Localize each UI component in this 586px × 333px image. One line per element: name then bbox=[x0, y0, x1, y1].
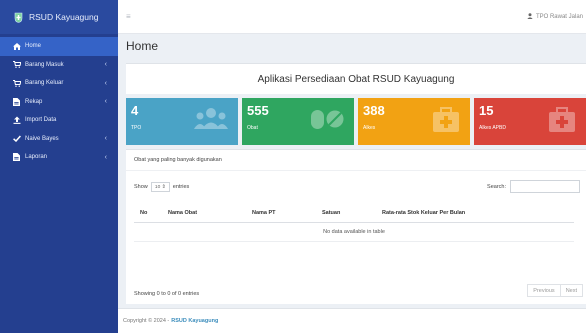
medkit-icon bbox=[548, 107, 576, 135]
table-search: Search: bbox=[487, 180, 580, 193]
entries-label: entries bbox=[172, 184, 190, 190]
entries-value: 10 bbox=[154, 184, 161, 190]
banner-text: Aplikasi Persediaan Obat RSUD Kayuagung bbox=[257, 73, 455, 85]
empty-message: No data available in table bbox=[134, 222, 574, 242]
search-label: Search: bbox=[487, 183, 506, 190]
previous-button[interactable]: Previous bbox=[527, 284, 561, 297]
table-row: No data available in table bbox=[134, 222, 574, 242]
sidebar-menu: Home Barang Masuk ‹ Barang Keluar ‹ Rekap ‹ Imp… bbox=[0, 37, 118, 167]
sidebar-item-label: Home bbox=[25, 43, 42, 50]
chevron-left-icon: ‹ bbox=[104, 135, 107, 143]
page-title: Home bbox=[126, 39, 159, 53]
column-header[interactable]: Nama PT bbox=[248, 204, 318, 223]
copyright-text: Copyright © 2024 - bbox=[123, 318, 170, 324]
user-icon bbox=[527, 13, 533, 21]
stat-value: 15 bbox=[479, 103, 494, 118]
table-header-row: No Nama Obat Nama PT Satuan Rata-rata St… bbox=[134, 204, 574, 223]
top-navbar: ≡ TPO Rawat Jalan bbox=[118, 0, 586, 34]
stat-box-alkes[interactable]: 388 Alkes bbox=[358, 98, 470, 145]
stat-box-obat[interactable]: 555 Obat bbox=[242, 98, 354, 145]
sidebar: RSUD Kayuagung Home Barang Masuk ‹ Barang K… bbox=[0, 0, 118, 333]
medkit-icon bbox=[432, 107, 460, 135]
top-medicine-card: Obat yang paling banyak digunakan Show 1… bbox=[126, 149, 586, 304]
stat-value: 555 bbox=[247, 103, 269, 118]
next-button[interactable]: Next bbox=[560, 284, 583, 297]
hospital-logo-icon bbox=[13, 12, 23, 23]
column-header[interactable]: No bbox=[134, 204, 164, 223]
entries-select[interactable]: 10 ⇕ bbox=[150, 182, 170, 192]
upload-icon bbox=[12, 116, 21, 125]
sidebar-item-home[interactable]: Home bbox=[0, 37, 118, 56]
home-icon bbox=[12, 42, 21, 50]
pagination: Previous Next bbox=[527, 284, 583, 297]
stat-box-alkes-apbd[interactable]: 15 Alkes APBD bbox=[474, 98, 586, 145]
app-banner: Aplikasi Persediaan Obat RSUD Kayuagung bbox=[126, 63, 586, 94]
footer: Copyright © 2024 - RSUD Kayuagung bbox=[118, 308, 586, 333]
user-name: TPO Rawat Jalan bbox=[535, 14, 583, 20]
stat-value: 388 bbox=[363, 103, 385, 118]
main-content: Home Aplikasi Persediaan Obat RSUD Kayua… bbox=[118, 34, 586, 333]
table-info: Showing 0 to 0 of 0 entries bbox=[134, 291, 200, 297]
pills-icon bbox=[310, 107, 344, 133]
stat-label: Alkes bbox=[363, 125, 376, 131]
user-menu[interactable]: TPO Rawat Jalan bbox=[527, 13, 583, 21]
users-icon bbox=[194, 107, 228, 133]
cart-icon bbox=[12, 79, 21, 87]
sidebar-item-barang-keluar[interactable]: Barang Keluar ‹ bbox=[0, 74, 118, 93]
sidebar-item-rekap[interactable]: Rekap ‹ bbox=[0, 93, 118, 112]
brand[interactable]: RSUD Kayuagung bbox=[0, 0, 118, 34]
sidebar-item-label: Barang Keluar bbox=[25, 80, 64, 87]
card-title: Obat yang paling banyak digunakan bbox=[126, 150, 586, 171]
cart-icon bbox=[12, 61, 21, 69]
sidebar-item-label: Naive Bayes bbox=[25, 135, 59, 142]
chevron-left-icon: ‹ bbox=[104, 153, 107, 161]
column-header[interactable]: Nama Obat bbox=[164, 204, 248, 223]
show-label: Show bbox=[134, 184, 148, 190]
column-header[interactable]: Satuan bbox=[318, 204, 378, 223]
chevron-left-icon: ‹ bbox=[104, 61, 107, 69]
column-header[interactable]: Rata-rata Stok Keluar Per Bulan bbox=[378, 204, 574, 223]
sidebar-item-label: Import Data bbox=[25, 117, 57, 124]
stat-label: Alkes APBD bbox=[479, 125, 506, 131]
brand-title: RSUD Kayuagung bbox=[29, 12, 99, 22]
document-icon bbox=[12, 153, 21, 162]
check-icon bbox=[12, 135, 21, 143]
data-table: No Nama Obat Nama PT Satuan Rata-rata St… bbox=[134, 204, 574, 242]
sidebar-item-import-data[interactable]: Import Data bbox=[0, 111, 118, 130]
sidebar-item-barang-masuk[interactable]: Barang Masuk ‹ bbox=[0, 56, 118, 75]
search-input[interactable] bbox=[510, 180, 580, 193]
length-control: Show 10 ⇕ entries bbox=[134, 182, 189, 192]
sidebar-item-label: Laporan bbox=[25, 154, 48, 161]
sidebar-item-label: Rekap bbox=[25, 98, 43, 105]
sidebar-item-naive-bayes[interactable]: Naive Bayes ‹ bbox=[0, 130, 118, 149]
sidebar-item-laporan[interactable]: Laporan ‹ bbox=[0, 148, 118, 167]
stat-boxes: 4 TPO 555 Obat 388 Alkes 15 Alkes APBD bbox=[126, 98, 586, 145]
hamburger-icon[interactable]: ≡ bbox=[126, 12, 131, 21]
document-icon bbox=[12, 97, 21, 106]
chevron-left-icon: ‹ bbox=[104, 98, 107, 106]
stat-label: TPO bbox=[131, 125, 142, 131]
stat-label: Obat bbox=[247, 125, 258, 131]
footer-link[interactable]: RSUD Kayuagung bbox=[171, 318, 218, 324]
sidebar-item-label: Barang Masuk bbox=[25, 61, 64, 68]
chevron-left-icon: ‹ bbox=[104, 79, 107, 87]
stat-box-tpo[interactable]: 4 TPO bbox=[126, 98, 238, 145]
stat-value: 4 bbox=[131, 103, 139, 118]
